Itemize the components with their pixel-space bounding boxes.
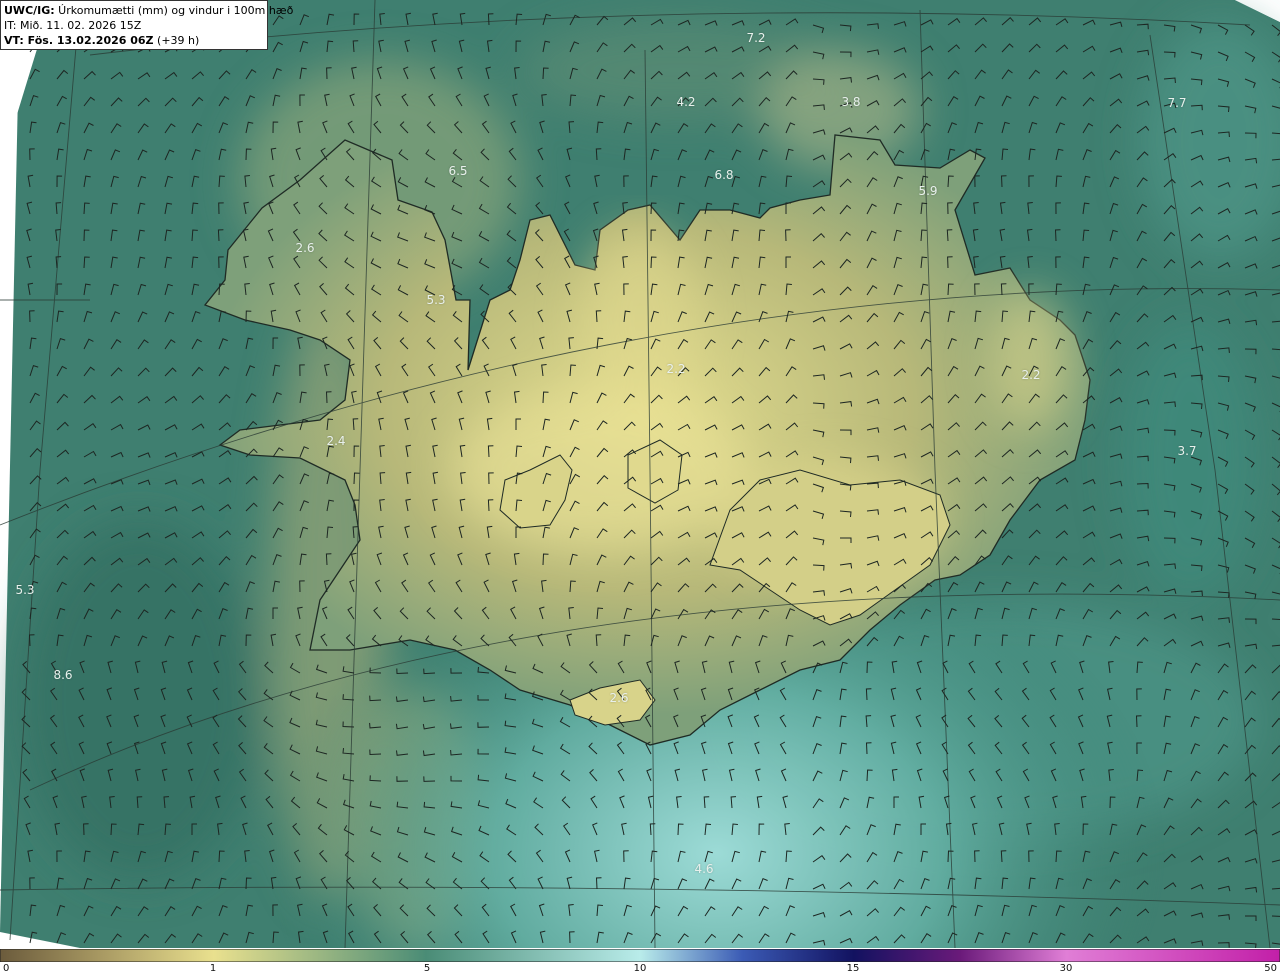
precip-value-label: 7.7 (1167, 96, 1187, 110)
lead-time: (+39 h) (153, 34, 200, 47)
map-header: UWC/IG: Úrkomumætti (mm) og vindur i 100… (0, 0, 293, 50)
precip-value-label: 2.2 (666, 362, 686, 376)
precip-value-label: 4.2 (676, 95, 696, 109)
colorbar (0, 949, 1280, 962)
colorbar-tick-label: 15 (846, 963, 860, 974)
precip-value-label: 2.6 (609, 691, 629, 705)
precip-value-label: 2.2 (1021, 368, 1041, 382)
precipitation-map (0, 0, 1280, 948)
init-time: IT: Mið. 11. 02. 2026 15Z (4, 19, 142, 32)
colorbar-tick-label: 0 (3, 963, 10, 974)
colorbar-tick-label: 30 (1059, 963, 1073, 974)
precip-value-label: 7.2 (746, 31, 766, 45)
precip-value-label: 2.4 (326, 434, 346, 448)
precip-value-label: 5.3 (15, 583, 35, 597)
precip-value-label: 5.3 (426, 293, 446, 307)
precip-value-label: 6.8 (714, 168, 734, 182)
precip-value-label: 2.6 (295, 241, 315, 255)
precip-value-label: 3.7 (1177, 444, 1197, 458)
precip-value-label: 8.6 (53, 668, 73, 682)
precip-value-label: 3.8 (841, 95, 861, 109)
colorbar-tick-label: 1 (209, 963, 217, 974)
colorbar-tick-label: 5 (423, 963, 431, 974)
map-title: Úrkomumætti (mm) og vindur i 100m hæð (54, 4, 294, 17)
precip-value-label: 4.6 (694, 862, 714, 876)
valid-time: VT: Fös. 13.02.2026 06Z (4, 34, 154, 47)
model-label: UWC/IG: (4, 4, 55, 17)
colorbar-ticks: 0 1 5 10 15 30 50 (0, 963, 1280, 978)
precip-value-label: 6.5 (448, 164, 468, 178)
colorbar-tick-label: 10 (633, 963, 647, 974)
precip-value-label: 5.9 (918, 184, 938, 198)
colorbar-tick-label: 50 (1264, 963, 1277, 974)
